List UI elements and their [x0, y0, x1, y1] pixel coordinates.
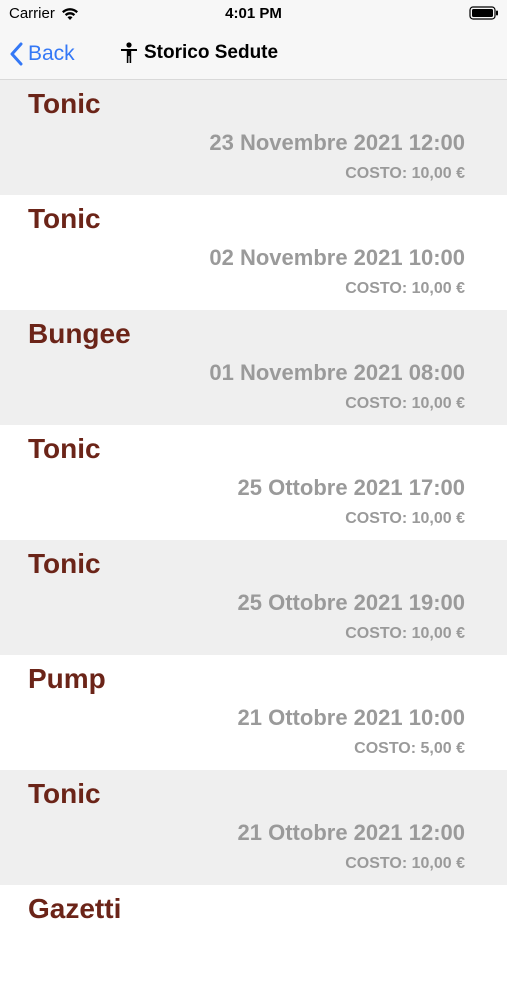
session-row[interactable]: Tonic 25 Ottobre 2021 17:00 COSTO: 10,00… — [0, 425, 507, 540]
session-name: Tonic — [28, 433, 101, 464]
battery-icon — [469, 6, 498, 20]
status-time: 4:01 PM — [225, 5, 282, 22]
session-cost: COSTO: 10,00 € — [345, 510, 465, 527]
navigation-bar: Back Storico Sedute — [0, 30, 507, 80]
session-row[interactable]: Tonic 25 Ottobre 2021 19:00 COSTO: 10,00… — [0, 540, 507, 655]
page-title-text: Storico Sedute — [144, 42, 279, 63]
session-datetime: 21 Ottobre 2021 12:00 — [237, 820, 465, 845]
session-datetime: 25 Ottobre 2021 17:00 — [237, 475, 465, 500]
page-title: Storico Sedute — [120, 42, 278, 64]
session-name: Gazetti — [28, 893, 122, 924]
back-button[interactable]: Back — [10, 40, 75, 68]
session-name: Tonic — [28, 548, 101, 579]
back-label[interactable]: Back — [28, 42, 75, 66]
session-name: Pump — [28, 663, 106, 694]
session-row[interactable]: Tonic 02 Novembre 2021 10:00 COSTO: 10,0… — [0, 195, 507, 310]
chevron-left-icon[interactable] — [10, 42, 24, 66]
session-name: Tonic — [28, 88, 101, 119]
session-cost: COSTO: 5,00 € — [354, 740, 465, 757]
session-row[interactable]: Gazetti — [0, 885, 507, 1000]
session-cost: COSTO: 10,00 € — [345, 165, 465, 182]
session-cost: COSTO: 10,00 € — [345, 625, 465, 642]
session-name: Tonic — [28, 203, 101, 234]
session-name: Bungee — [28, 318, 131, 349]
session-row[interactable]: Tonic 21 Ottobre 2021 12:00 COSTO: 10,00… — [0, 770, 507, 885]
session-datetime: 02 Novembre 2021 10:00 — [209, 245, 465, 270]
session-cost: COSTO: 10,00 € — [345, 280, 465, 297]
session-datetime: 21 Ottobre 2021 10:00 — [237, 705, 465, 730]
session-list: Tonic 23 Novembre 2021 12:00 COSTO: 10,0… — [0, 80, 507, 1000]
session-row[interactable]: Tonic 23 Novembre 2021 12:00 COSTO: 10,0… — [0, 80, 507, 195]
session-datetime: 23 Novembre 2021 12:00 — [209, 130, 465, 155]
status-bar: Carrier 4:01 PM — [0, 0, 507, 30]
session-cost: COSTO: 10,00 € — [345, 395, 465, 412]
person-icon — [121, 42, 137, 63]
session-row[interactable]: Bungee 01 Novembre 2021 08:00 COSTO: 10,… — [0, 310, 507, 425]
session-row[interactable]: Pump 21 Ottobre 2021 10:00 COSTO: 5,00 € — [0, 655, 507, 770]
session-datetime: 01 Novembre 2021 08:00 — [209, 360, 465, 385]
session-name: Tonic — [28, 778, 101, 809]
session-datetime: 25 Ottobre 2021 19:00 — [237, 590, 465, 615]
session-cost: COSTO: 10,00 € — [345, 855, 465, 872]
